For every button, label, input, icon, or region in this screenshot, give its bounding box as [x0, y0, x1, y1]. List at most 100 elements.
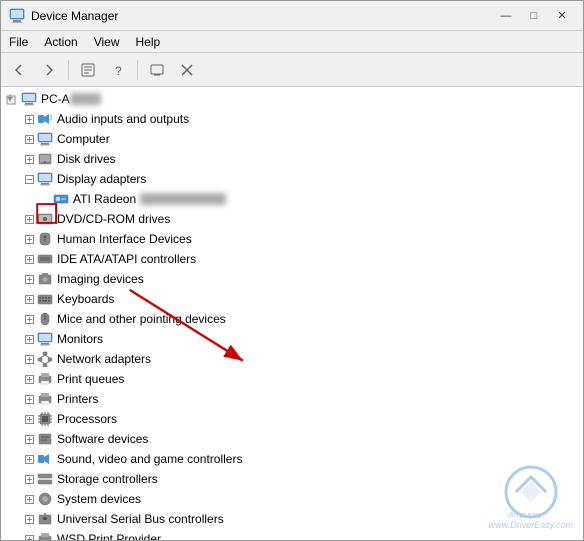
- device-label-hid: Human Interface Devices: [57, 232, 192, 246]
- minimize-button[interactable]: —: [493, 5, 519, 27]
- forward-icon: [41, 62, 57, 78]
- device-icon-processors: [37, 411, 53, 427]
- back-icon: [11, 62, 27, 78]
- expand-icon-sound[interactable]: [21, 451, 37, 467]
- expand-icon-disk[interactable]: [21, 151, 37, 167]
- expand-icon-hid[interactable]: [21, 231, 37, 247]
- expand-icon-display[interactable]: [21, 171, 37, 187]
- expand-icon-monitors[interactable]: [21, 331, 37, 347]
- expand-icon-usb[interactable]: [21, 511, 37, 527]
- toolbar: ?: [1, 53, 583, 87]
- tree-item-hid[interactable]: Human Interface Devices: [1, 229, 583, 249]
- tree-item-dvd[interactable]: DVD/CD-ROM drives: [1, 209, 583, 229]
- device-icon-printers: [37, 391, 53, 407]
- tree-item-display[interactable]: Display adapters: [1, 169, 583, 189]
- watermark-logo: driver easy: [496, 465, 566, 520]
- tree-item-computer[interactable]: Computer: [1, 129, 583, 149]
- tree-root[interactable]: PC-A ████: [1, 89, 583, 109]
- tree-item-audio[interactable]: Audio inputs and outputs: [1, 109, 583, 129]
- device-label-sound: Sound, video and game controllers: [57, 452, 242, 466]
- device-label-usb: Universal Serial Bus controllers: [57, 512, 224, 526]
- tree-item-network[interactable]: Network adapters: [1, 349, 583, 369]
- device-label-mice: Mice and other pointing devices: [57, 312, 226, 326]
- expand-icon-printers[interactable]: [21, 391, 37, 407]
- tree-item-mice[interactable]: Mice and other pointing devices: [1, 309, 583, 329]
- device-icon-hid: [37, 231, 53, 247]
- toolbar-scan-button[interactable]: [143, 57, 171, 83]
- menu-bar: File Action View Help: [1, 31, 583, 53]
- expand-icon-system[interactable]: [21, 491, 37, 507]
- expand-icon-keyboards[interactable]: [21, 291, 37, 307]
- menu-view[interactable]: View: [86, 33, 128, 51]
- toolbar-separator-2: [137, 60, 138, 80]
- expand-icon-dvd[interactable]: [21, 211, 37, 227]
- close-button[interactable]: ✕: [549, 5, 575, 27]
- device-tree-container[interactable]: PC-A ████ Audio inputs and outputs Compu…: [1, 87, 583, 540]
- device-label-software: Software devices: [57, 432, 148, 446]
- expand-icon-processors[interactable]: [21, 411, 37, 427]
- svg-text:?: ?: [115, 64, 122, 78]
- menu-help[interactable]: Help: [128, 33, 169, 51]
- device-icon-system: [37, 491, 53, 507]
- device-icon-audio: [37, 111, 53, 127]
- expand-icon-wsd[interactable]: [21, 531, 37, 540]
- root-label: PC-A: [41, 92, 70, 106]
- computer-icon: [21, 91, 37, 107]
- toolbar-help-button[interactable]: ?: [104, 57, 132, 83]
- app-icon: [9, 8, 25, 24]
- maximize-button[interactable]: □: [521, 5, 547, 27]
- device-label-monitors: Monitors: [57, 332, 103, 346]
- expand-icon-network[interactable]: [21, 351, 37, 367]
- device-label-audio: Audio inputs and outputs: [57, 112, 189, 126]
- tree-item-disk[interactable]: Disk drives: [1, 149, 583, 169]
- expand-icon-ati: [37, 191, 53, 207]
- title-bar-left: Device Manager: [9, 8, 118, 24]
- uninstall-icon: [179, 62, 195, 78]
- toolbar-uninstall-button[interactable]: [173, 57, 201, 83]
- device-label-processors: Processors: [57, 412, 117, 426]
- root-expand-icon[interactable]: [5, 91, 21, 107]
- tree-item-monitors[interactable]: Monitors: [1, 329, 583, 349]
- tree-item-imaging[interactable]: Imaging devices: [1, 269, 583, 289]
- tree-item-processors[interactable]: Processors: [1, 409, 583, 429]
- root-label-blurred: ████: [70, 93, 101, 105]
- expand-icon-imaging[interactable]: [21, 271, 37, 287]
- device-label-storage: Storage controllers: [57, 472, 158, 486]
- tree-item-software[interactable]: Software devices: [1, 429, 583, 449]
- expand-icon-audio[interactable]: [21, 111, 37, 127]
- tree-item-ide[interactable]: IDE ATA/ATAPI controllers: [1, 249, 583, 269]
- expand-icon-ide[interactable]: [21, 251, 37, 267]
- tree-item-ati[interactable]: ATI Radeon███████████: [1, 189, 583, 209]
- device-icon-network: [37, 351, 53, 367]
- device-label-wsd: WSD Print Provider: [57, 532, 161, 540]
- expand-icon-printq[interactable]: [21, 371, 37, 387]
- device-icon-display: [37, 171, 53, 187]
- toolbar-forward-button[interactable]: [35, 57, 63, 83]
- device-icon-monitors: [37, 331, 53, 347]
- toolbar-back-button[interactable]: [5, 57, 33, 83]
- tree-item-printq[interactable]: Print queues: [1, 369, 583, 389]
- device-icon-computer: [37, 131, 53, 147]
- watermark-url: www.DriverEasy.com: [489, 520, 573, 530]
- device-icon-storage: [37, 471, 53, 487]
- menu-file[interactable]: File: [1, 33, 36, 51]
- tree-item-wsd[interactable]: WSD Print Provider: [1, 529, 583, 540]
- expand-icon-storage[interactable]: [21, 471, 37, 487]
- device-icon-usb: [37, 511, 53, 527]
- device-icon-software: [37, 431, 53, 447]
- tree-item-printers[interactable]: Printers: [1, 389, 583, 409]
- device-label-network: Network adapters: [57, 352, 151, 366]
- device-label-system: System devices: [57, 492, 141, 506]
- expand-icon-mice[interactable]: [21, 311, 37, 327]
- expand-icon-software[interactable]: [21, 431, 37, 447]
- blurred-label-ati: ███████████: [140, 193, 226, 205]
- menu-action[interactable]: Action: [36, 33, 85, 51]
- device-label-imaging: Imaging devices: [57, 272, 144, 286]
- device-label-printq: Print queues: [57, 372, 124, 386]
- device-icon-mice: [37, 311, 53, 327]
- toolbar-properties-button[interactable]: [74, 57, 102, 83]
- tree-item-keyboards[interactable]: Keyboards: [1, 289, 583, 309]
- device-icon-sound: [37, 451, 53, 467]
- watermark: driver easy www.DriverEasy.com: [489, 465, 573, 530]
- expand-icon-computer[interactable]: [21, 131, 37, 147]
